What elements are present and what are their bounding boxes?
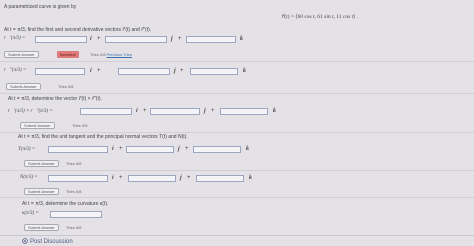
part4-label: κ(π/3) = — [22, 211, 39, 216]
plus-sign: + — [211, 108, 215, 114]
cross-i-input[interactable] — [80, 108, 132, 115]
i-unit: i⃗ — [112, 175, 119, 181]
j-unit: j⃗ — [180, 175, 187, 181]
part2-label: r⃗′(π/3) × r⃗″(π/3) = — [8, 109, 53, 114]
tries-count: Tries 2/8 Previous Tries — [90, 51, 132, 58]
k-unit: k⃗ — [249, 175, 257, 181]
rprime-k-input[interactable] — [186, 36, 236, 43]
part1-prompt: At t = π/3, find the first and second de… — [4, 27, 152, 33]
rdoubleprime-j-input[interactable] — [118, 68, 170, 75]
submit-button[interactable]: Submit Answer — [6, 83, 41, 90]
submit-button[interactable]: Submit Answer — [24, 160, 59, 167]
part3-label-T: T(π/3) = — [18, 147, 36, 152]
rprime-j-input[interactable] — [105, 36, 167, 43]
T-i-input[interactable] — [48, 146, 108, 153]
i-unit: i⃗ — [90, 36, 97, 42]
part3-prompt: At t = π/3, find the unit tangent and th… — [18, 134, 188, 140]
i-unit: i⃗ — [90, 68, 97, 74]
previous-tries-link[interactable]: Previous Tries — [107, 52, 132, 57]
j-unit: j⃗ — [171, 36, 178, 42]
post-discussion-label: Post Discussion — [30, 239, 73, 245]
divider — [0, 132, 474, 133]
rdoubleprime-k-input[interactable] — [190, 68, 238, 75]
tries-count: Tries 0/8 — [58, 84, 74, 89]
N-k-input[interactable] — [196, 175, 244, 182]
plus-sign: + — [97, 36, 101, 42]
submit-button[interactable]: Submit Answer — [4, 51, 39, 58]
post-discussion-link[interactable]: Post Discussion — [22, 238, 73, 246]
plus-sign: + — [119, 146, 123, 152]
curve-equation: r⃗(t) = ⟨60 cos t, 61 sin t, 11 cos t⟩ . — [282, 14, 359, 20]
plus-sign: + — [178, 36, 182, 42]
footer-divider — [0, 235, 474, 236]
submit-button[interactable]: Submit Answer — [24, 224, 59, 231]
part1-label-rdoubleprime: r⃗″(π/3) = — [4, 68, 27, 73]
intro-text: A parametrized curve is given by — [4, 4, 77, 10]
tries-text: Tries 2/8 — [90, 52, 106, 57]
k-unit: k⃗ — [240, 36, 248, 42]
j-unit: j⃗ — [178, 146, 185, 152]
T-j-input[interactable] — [126, 146, 174, 153]
k-unit: k⃗ — [273, 108, 281, 114]
tries-count: Tries 0/8 — [72, 123, 88, 128]
discussion-icon — [22, 238, 28, 246]
part4-prompt: At t = π/3, determine the curvature κ(t)… — [22, 201, 109, 207]
N-j-input[interactable] — [128, 175, 176, 182]
plus-sign: + — [119, 175, 123, 181]
divider — [0, 170, 474, 171]
j-unit: j⃗ — [204, 108, 211, 114]
part3-label-N: N(π/3) = — [20, 175, 38, 180]
cross-j-input[interactable] — [150, 108, 200, 115]
curvature-input[interactable] — [50, 211, 102, 218]
plus-sign: + — [187, 175, 191, 181]
submit-button[interactable]: Submit Answer — [20, 122, 55, 129]
T-k-input[interactable] — [193, 146, 241, 153]
rprime-i-input[interactable] — [35, 36, 87, 43]
part2-prompt: At t = π/3, determine the vector r⃗′(t) … — [8, 96, 102, 102]
divider — [0, 61, 474, 62]
i-unit: i⃗ — [136, 108, 143, 114]
divider — [0, 93, 474, 94]
incorrect-badge: Incorrect — [57, 51, 79, 58]
plus-sign: + — [97, 68, 101, 74]
k-unit: k⃗ — [243, 68, 251, 74]
tries-count: Tries 0/8 — [66, 189, 82, 194]
part1-label-rprime: r⃗′(π/3) = — [4, 36, 26, 41]
plus-sign: + — [180, 68, 184, 74]
plus-sign: + — [185, 146, 189, 152]
tries-count: Tries 0/8 — [66, 161, 82, 166]
k-unit: k⃗ — [246, 146, 254, 152]
plus-sign: + — [143, 108, 147, 114]
divider — [0, 197, 474, 198]
i-unit: i⃗ — [112, 146, 119, 152]
tries-count: Tries 0/8 — [66, 225, 82, 230]
submit-button[interactable]: Submit Answer — [24, 188, 59, 195]
N-i-input[interactable] — [48, 175, 108, 182]
cross-k-input[interactable] — [220, 108, 268, 115]
rdoubleprime-i-input[interactable] — [35, 68, 85, 75]
